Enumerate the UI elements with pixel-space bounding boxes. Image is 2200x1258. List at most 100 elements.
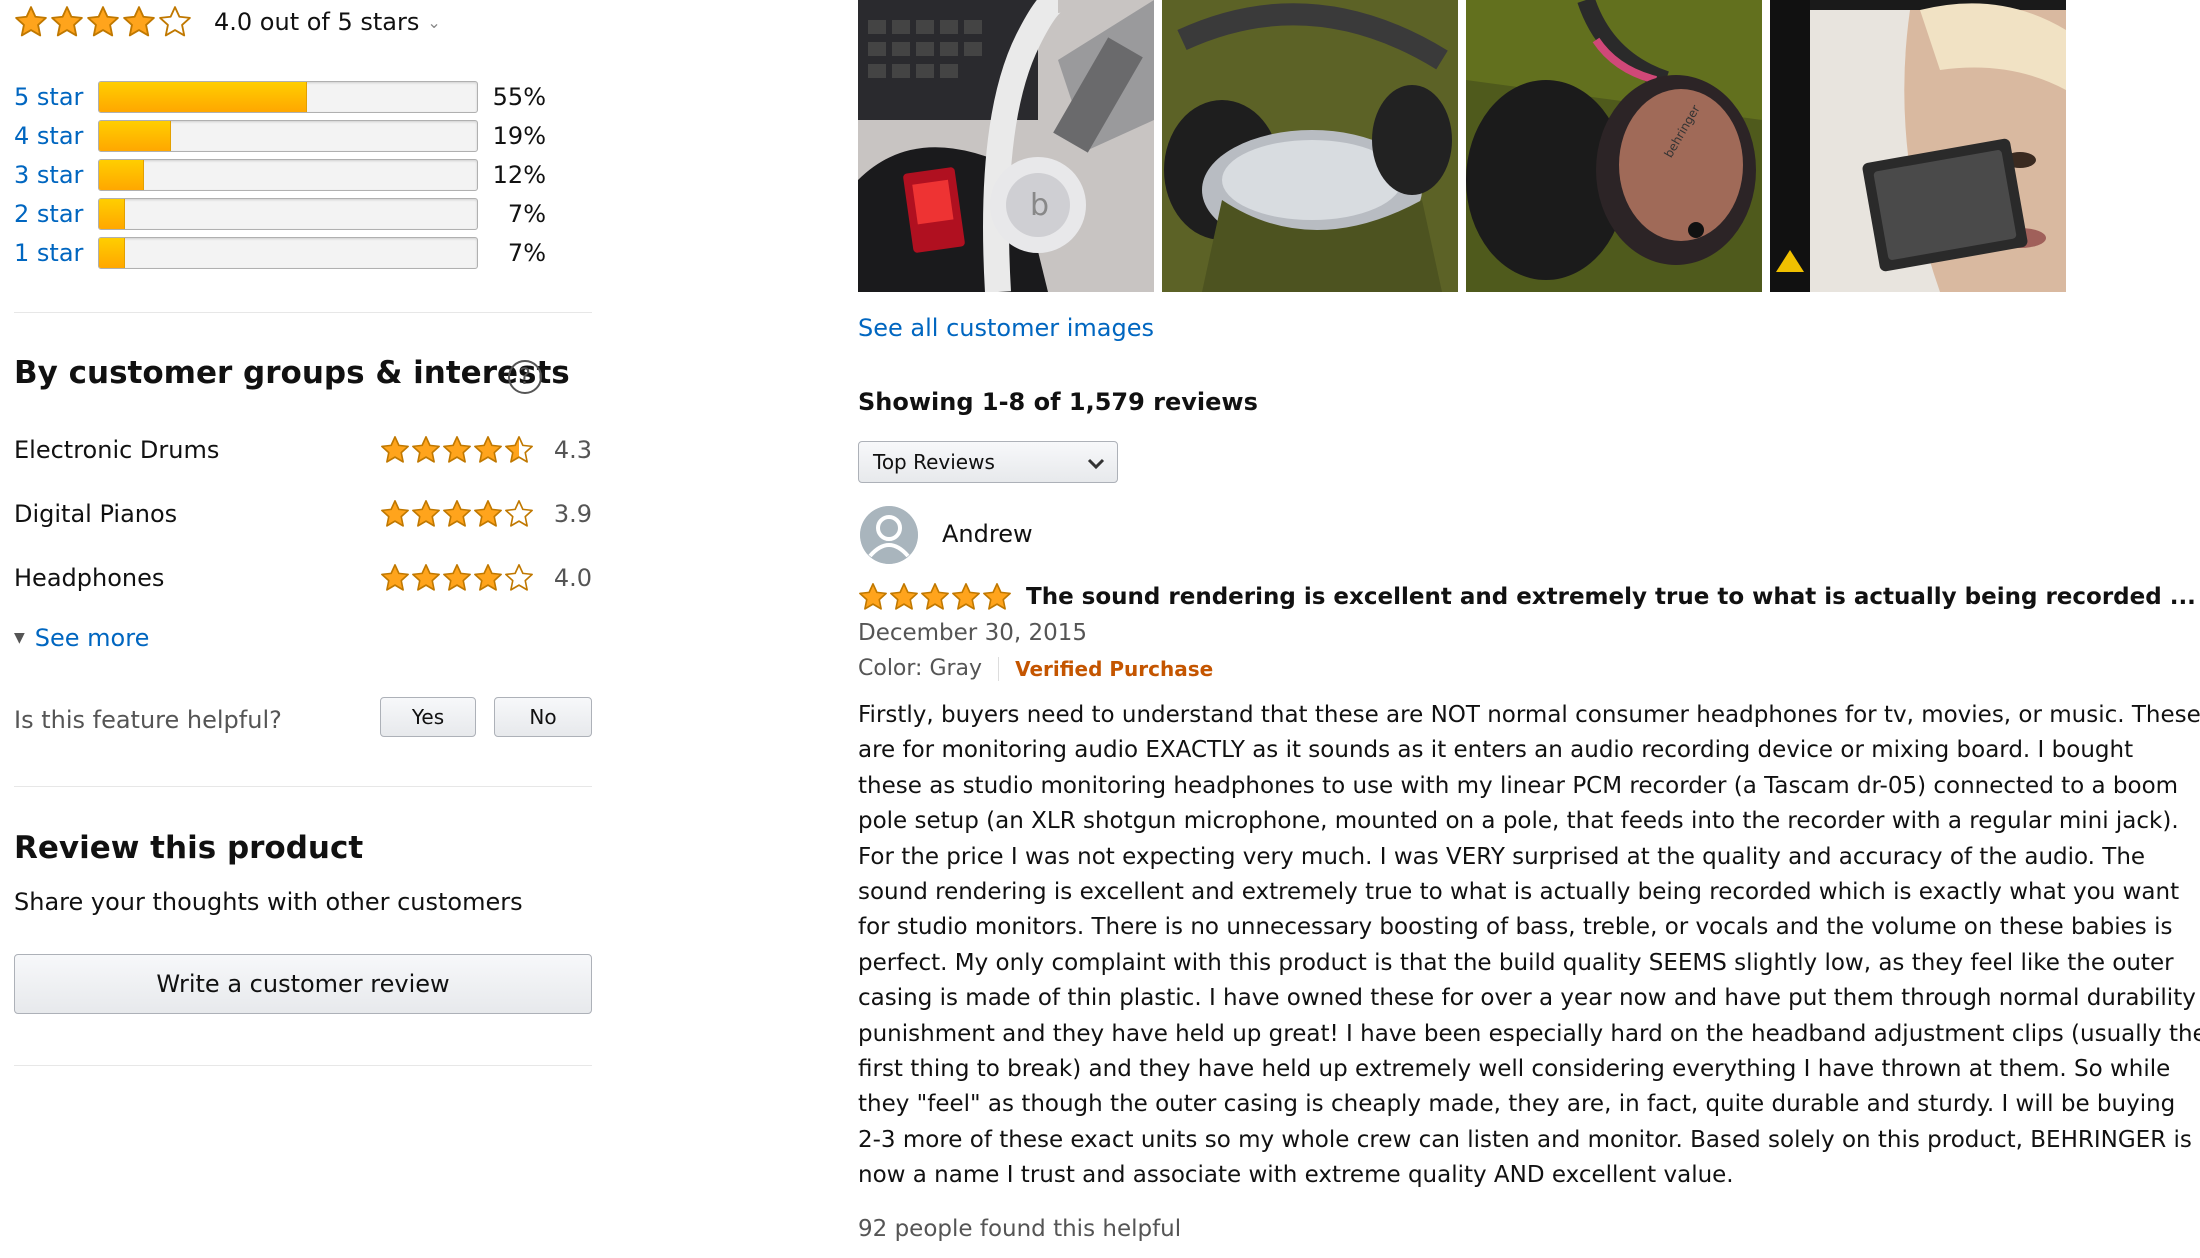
histogram-row-5[interactable]: 5 star 55% — [14, 80, 546, 114]
histogram-percent[interactable]: 19% — [478, 122, 546, 150]
histogram-label[interactable]: 5 star — [14, 83, 98, 111]
histogram-bar[interactable] — [98, 159, 478, 191]
divider — [14, 1065, 592, 1066]
review-body-line: they "feel" as though the outer casing i… — [858, 1091, 2176, 1118]
review-header: The sound rendering is excellent and ext… — [858, 582, 2196, 612]
review-color[interactable]: Color: Gray — [858, 656, 982, 681]
customer-image-1[interactable]: b — [858, 0, 1154, 292]
star-icon — [15, 6, 47, 37]
histogram-row-1[interactable]: 1 star 7% — [14, 236, 546, 270]
review-body-line: first thing to break) and they have held… — [858, 1056, 2171, 1083]
histogram-label[interactable]: 3 star — [14, 161, 98, 189]
star-icon — [474, 500, 502, 527]
see-more-link[interactable]: ▼ See more — [14, 624, 149, 652]
star-icon — [505, 500, 533, 527]
star-icon — [381, 500, 409, 527]
review-product-title: Review this product — [14, 830, 364, 866]
star-icon — [443, 436, 471, 463]
group-rating: 3.9 — [553, 500, 592, 528]
star-icon — [123, 6, 155, 37]
overall-stars — [14, 5, 192, 39]
customer-image-3[interactable]: behringer — [1466, 0, 1762, 292]
histogram-bar[interactable] — [98, 237, 478, 269]
review-title[interactable]: The sound rendering is excellent and ext… — [1026, 584, 2196, 610]
group-row-headphones[interactable]: Headphones 4.0 — [14, 558, 592, 598]
chevron-down-icon: ▼ — [14, 630, 25, 646]
group-name: Digital Pianos — [14, 500, 178, 528]
histogram-label[interactable]: 4 star — [14, 122, 98, 150]
review-body-line: now a name I trust and associate with ex… — [858, 1162, 1734, 1189]
svg-text:b: b — [1030, 188, 1049, 223]
showing-reviews-count: Showing 1-8 of 1,579 reviews — [858, 388, 1258, 416]
histogram-percent[interactable]: 12% — [478, 161, 546, 189]
review-product-subtitle: Share your thoughts with other customers — [14, 888, 523, 916]
sort-select[interactable]: Top Reviews — [858, 441, 1118, 483]
group-row-electronic-drums[interactable]: Electronic Drums 4.3 — [14, 430, 592, 470]
histogram-label[interactable]: 1 star — [14, 239, 98, 267]
review-body-line: Firstly, buyers need to understand that … — [858, 702, 2200, 728]
reviewer-name[interactable]: Andrew — [942, 520, 1033, 548]
histogram-label[interactable]: 2 star — [14, 200, 98, 228]
separator — [998, 656, 1000, 681]
overall-rating-text: 4.0 out of 5 stars — [214, 8, 420, 36]
histogram-percent[interactable]: 7% — [478, 239, 546, 267]
group-stars — [380, 499, 534, 529]
customer-image-4[interactable] — [1770, 0, 2066, 292]
review-stars[interactable] — [858, 582, 1012, 612]
feature-helpful-question: Is this feature helpful? — [14, 706, 282, 734]
star-icon — [859, 583, 887, 610]
see-all-images-link[interactable]: See all customer images — [858, 314, 1154, 342]
histogram-percent[interactable]: 55% — [478, 83, 546, 111]
histogram-bar[interactable] — [98, 81, 478, 113]
review-body-line: are for monitoring audio EXACTLY as it s… — [858, 737, 2134, 764]
star-icon — [505, 436, 533, 463]
no-button[interactable]: No — [494, 697, 592, 737]
divider — [14, 312, 592, 313]
star-icon — [159, 6, 191, 37]
group-name: Electronic Drums — [14, 436, 220, 464]
review-body-line: perfect. My only complaint with this pro… — [858, 949, 2174, 976]
star-icon — [412, 500, 440, 527]
overall-rating[interactable]: 4.0 out of 5 stars ⌄ — [14, 2, 441, 42]
write-review-button[interactable]: Write a customer review — [14, 954, 592, 1014]
histogram-fill — [99, 121, 171, 151]
histogram-row-2[interactable]: 2 star 7% — [14, 197, 546, 231]
chevron-down-icon — [1085, 452, 1107, 479]
customer-images: b behringer — [858, 0, 2066, 292]
histogram-bar[interactable] — [98, 120, 478, 152]
histogram-row-3[interactable]: 3 star 12% — [14, 158, 546, 192]
help-icon[interactable]: ? — [508, 360, 542, 394]
see-more-label[interactable]: See more — [35, 624, 150, 652]
group-row-digital-pianos[interactable]: Digital Pianos 3.9 — [14, 494, 592, 534]
verified-purchase-badge[interactable]: Verified Purchase — [1015, 657, 1213, 681]
group-rating: 4.0 — [553, 564, 592, 592]
review-body-line: punishment and they have held up great! … — [858, 1020, 2200, 1047]
star-icon — [381, 436, 409, 463]
headphones-photo: behringer — [1466, 0, 1762, 292]
star-icon — [474, 436, 502, 463]
histogram-bar[interactable] — [98, 198, 478, 230]
histogram-percent[interactable]: 7% — [478, 200, 546, 228]
chevron-down-icon[interactable]: ⌄ — [427, 13, 440, 32]
groups-title: By customer groups & interests — [14, 355, 570, 391]
review-body-line: 2-3 more of these exact units so my whol… — [858, 1126, 2192, 1153]
review-body-line: sound rendering is excellent and extreme… — [858, 879, 2180, 906]
histogram-fill — [99, 82, 307, 112]
customer-image-2[interactable] — [1162, 0, 1458, 292]
product-box-photo — [1770, 0, 2066, 292]
star-icon — [51, 6, 83, 37]
headphones-photo: b — [858, 0, 1154, 292]
review-body: Firstly, buyers need to understand that … — [858, 698, 2200, 1194]
avatar[interactable] — [860, 506, 918, 564]
headphones-photo — [1162, 0, 1458, 292]
star-icon — [890, 583, 918, 610]
histogram-row-4[interactable]: 4 star 19% — [14, 119, 546, 153]
star-icon — [952, 583, 980, 610]
yes-button[interactable]: Yes — [380, 697, 476, 737]
group-stars — [380, 435, 534, 465]
star-icon — [443, 500, 471, 527]
review-body-line: casing is made of thin plastic. I have o… — [858, 985, 2196, 1012]
group-name: Headphones — [14, 564, 165, 592]
histogram-fill — [99, 160, 145, 190]
star-icon — [412, 564, 440, 591]
